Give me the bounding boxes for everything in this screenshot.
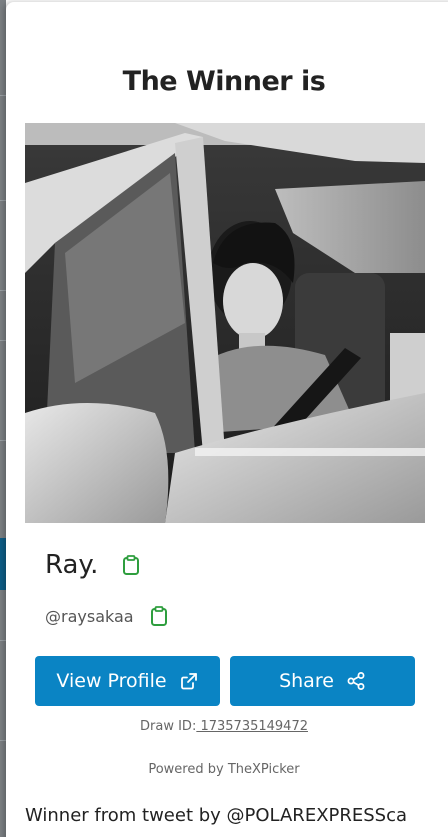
draw-id: Draw ID: 1735735149472 bbox=[6, 719, 442, 734]
winner-name: Ray. bbox=[45, 550, 99, 580]
draw-id-label: Draw ID: bbox=[140, 719, 197, 734]
view-profile-label: View Profile bbox=[56, 670, 167, 692]
modal-title: The Winner is bbox=[122, 66, 326, 97]
winner-handle-row: @raysakaa bbox=[45, 604, 168, 628]
winner-photo bbox=[25, 123, 425, 523]
page: The Winner is Ray. @raysakaa View Profil… bbox=[0, 0, 448, 837]
clipboard-icon[interactable] bbox=[122, 555, 140, 575]
winner-name-row: Ray. bbox=[45, 548, 140, 582]
view-profile-button[interactable]: View Profile bbox=[35, 656, 220, 706]
tweet-source-text: Winner from tweet by @POLAREXPRESSca bbox=[25, 805, 408, 826]
share-nodes-icon bbox=[346, 671, 366, 691]
draw-id-value[interactable]: 1735735149472 bbox=[196, 719, 308, 734]
winner-modal: The Winner is Ray. @raysakaa View Profil… bbox=[6, 2, 448, 837]
share-label: Share bbox=[279, 670, 334, 692]
external-link-icon bbox=[179, 671, 199, 691]
share-button[interactable]: Share bbox=[230, 656, 415, 706]
winner-handle: @raysakaa bbox=[45, 606, 134, 626]
clipboard-icon[interactable] bbox=[150, 606, 168, 626]
powered-by: Powered by TheXPicker bbox=[148, 762, 300, 777]
winner-photo-image bbox=[25, 123, 425, 523]
